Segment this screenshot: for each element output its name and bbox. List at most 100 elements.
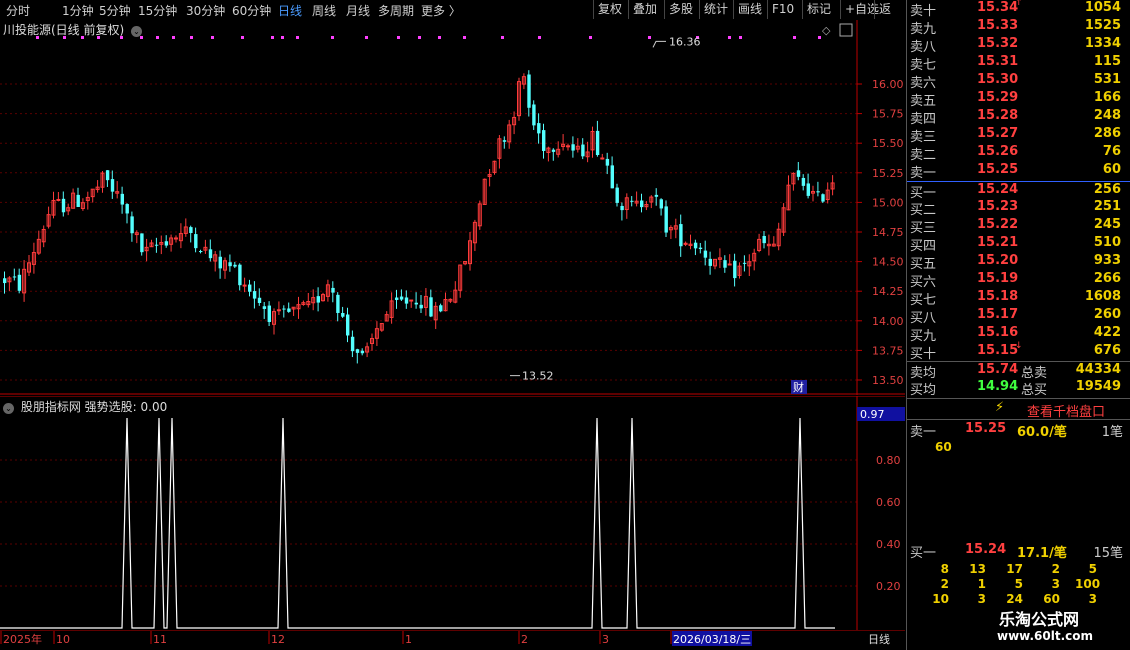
buy-mark-icon: ↓ [1015,341,1023,351]
detail-sell-count: 1笔 [1101,425,1123,440]
buy-row-4[interactable]: 买五 15.20 933 [907,253,1130,272]
diamond-icon[interactable]: ◇ [822,24,831,37]
buy-row-5[interactable]: 买六 15.19 266 [907,271,1130,290]
detail-buy-queue-cell: 8 [940,562,949,576]
period-tab-7[interactable]: 周线 [312,2,336,19]
sell-row-volume: 60 [1102,162,1121,177]
signal-dot [331,36,334,39]
detail-buy-queue-cell: 5 [1088,562,1097,576]
sell-row-volume: 248 [1093,108,1121,123]
buy-average-row: 买均 14.94 总买 19549 [907,379,1130,398]
buy-row-label: 买五 [910,257,937,272]
toolbar-button-8[interactable]: 返回 [874,0,905,35]
toolbar-button-2[interactable]: 多股 [664,0,697,19]
period-tab-5[interactable]: 60分钟 [232,2,271,19]
buy-row-9[interactable]: 买十 15.15 ↓ 676 [907,341,1130,362]
buy-row-7[interactable]: 买八 15.17 260 [907,307,1130,326]
sell-row-price: 15.27 [977,126,1019,141]
signal-dot [365,36,368,39]
sell-row-price: 15.31 [977,54,1019,69]
signal-dot [241,36,244,39]
buy-row-label: 买四 [910,239,937,254]
toolbar-button-1[interactable]: 叠加 [628,0,661,19]
sell-row-6[interactable]: 卖四 15.28 248 [907,108,1130,127]
high-price-label: 16.36 [669,35,701,48]
period-tab-0[interactable]: 分时 [6,2,30,19]
indicator-title: ⌄ 股朋指标网 强势选股: 0.00 [3,398,167,415]
toolbar-button-3[interactable]: 统计 [699,0,732,19]
toolbar-button-5[interactable]: F10 [767,0,798,19]
indicator-tick-label: 0.80 [876,454,901,467]
price-tick-label: 16.00 [872,78,904,91]
period-tab-3[interactable]: 15分钟 [138,2,177,19]
signal-dot [728,36,731,39]
buy-row-3[interactable]: 买四 15.21 510 [907,235,1130,254]
total-sell-value: 44334 [1075,362,1121,377]
detail-buy-per: 17.1/笔 [1017,546,1067,561]
finance-marker[interactable]: 财 [793,380,804,394]
period-tab-10[interactable]: 更多 〉 [421,2,461,19]
period-tab-1[interactable]: 1分钟 [62,2,94,19]
sell-row-2[interactable]: 卖八 15.32 1334 [907,36,1130,55]
detail-buy-queue-cell: 2 [940,577,949,591]
total-buy-value: 19549 [1075,379,1121,394]
sell-row-7[interactable]: 卖三 15.27 286 [907,126,1130,145]
buy-row-1[interactable]: 买二 15.23 251 [907,199,1130,218]
sell-row-9[interactable]: 卖一 15.25 60 [907,162,1130,181]
candle [821,193,825,204]
buy-row-6[interactable]: 买七 15.18 1608 [907,289,1130,308]
signal-dot [172,36,175,39]
signal-dot [501,36,504,39]
toolbar-button-0[interactable]: 复权 [593,0,626,19]
indicator-tick-label: 0.40 [876,538,901,551]
period-tab-6[interactable]: 日线 [278,2,302,19]
detail-sell-label: 卖一 [910,425,937,440]
candle [482,178,487,205]
period-tab-8[interactable]: 月线 [346,2,370,19]
time-axis[interactable]: 2025年 10 11 12 1 2 3 2026/03/18/三 日线 [0,630,905,650]
sell-row-5[interactable]: 卖五 15.29 166 [907,90,1130,109]
chevron-down-icon[interactable]: ⌄ [131,26,143,37]
signal-dot [538,36,541,39]
toolbar-button-4[interactable]: 画线 [733,0,766,19]
signal-dot [648,36,651,39]
candlestick-chart[interactable]: 16.00 15.75 15.50 15.25 15.00 14.75 14.50 14.25… [0,20,905,395]
sell-row-price: 15.29 [977,90,1019,105]
indicator-chart[interactable]: 0.80 0.60 0.40 0.20 0.97 [0,396,905,630]
time-axis-label: 1 [405,633,412,646]
signal-dot [190,36,193,39]
buy-row-volume: 676 [1093,343,1121,358]
watermark: 乐淘公式网 www.60lt.com [977,603,1127,648]
buy-row-label: 买二 [910,203,937,218]
toolbar-button-6[interactable]: 标记 [802,0,835,19]
period-tab-9[interactable]: 多周期 [378,2,414,19]
candle [781,203,786,237]
period-tab-4[interactable]: 30分钟 [186,2,225,19]
period-label: 日线 [868,632,890,646]
price-tick-label: 13.50 [872,374,904,387]
detail-sell-price: 15.25 [965,421,1007,436]
thousand-depth-button[interactable]: ⚡ 查看千档盘口 [907,398,1130,420]
buy-row-price: 15.21 [977,235,1019,250]
time-axis-label: 2 [521,633,528,646]
chevron-down-icon[interactable]: ⌄ [3,403,14,414]
stock-title: 川投能源(日线 前复权) [3,23,125,37]
buy-row-volume: 245 [1093,217,1121,232]
buy-row-label: 买九 [910,329,937,344]
period-tab-2[interactable]: 5分钟 [99,2,131,19]
time-axis-label: 2025年 [3,632,42,646]
sell-row-0[interactable]: 卖十 15.34 ↑ 1054 [907,0,1130,19]
candle [517,77,521,121]
sell-row-4[interactable]: 卖六 15.30 531 [907,72,1130,91]
buy-row-volume: 260 [1093,307,1121,322]
buy-row-0[interactable]: 买一 15.24 256 [907,181,1130,201]
detail-buy-queue-cell: 5 [1014,577,1023,591]
price-tick-label: 15.75 [872,108,904,121]
sell-row-3[interactable]: 卖七 15.31 115 [907,54,1130,73]
chart-title: 川投能源(日线 前复权) ⌄ [3,21,143,38]
buy-row-2[interactable]: 买三 15.22 245 [907,217,1130,236]
sell-row-1[interactable]: 卖九 15.33 1525 [907,18,1130,37]
sell-row-8[interactable]: 卖二 15.26 76 [907,144,1130,163]
lightning-icon: ⚡ [995,400,1005,415]
time-axis-label: 10 [56,633,70,646]
